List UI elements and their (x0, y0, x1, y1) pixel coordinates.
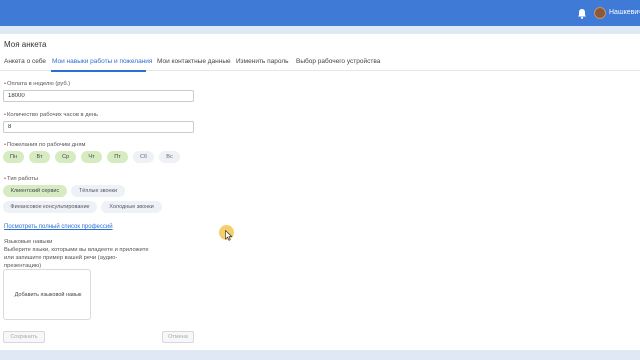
bell-icon[interactable] (577, 8, 587, 19)
days-label-text: Пожелания по рабочим дням (7, 142, 86, 148)
add-language-button[interactable]: Добавить языковой навык (3, 269, 91, 320)
tab-password[interactable]: Изменить пароль (236, 58, 289, 65)
day-sat[interactable]: Сб (133, 151, 154, 163)
pay-label-text: Оплата в неделю (руб.) (7, 81, 71, 87)
chip-warm-calls[interactable]: Тёплые звонки (71, 185, 125, 197)
active-tab-indicator (51, 70, 146, 72)
bottom-strip (0, 350, 640, 360)
top-app-bar (0, 0, 640, 26)
languages-description: Выберите языки, которыми вы владеете и п… (4, 247, 149, 269)
days-label: •Пожелания по рабочим дням (4, 142, 86, 148)
day-wed[interactable]: Ср (55, 151, 76, 163)
top-bar-strip (0, 26, 640, 34)
pay-input[interactable] (3, 90, 194, 102)
chip-financial-consulting[interactable]: Финансовое консультирование (3, 201, 97, 213)
add-language-label: Добавить языковой навык (14, 292, 82, 298)
work-type-label-text: Тип работы (7, 176, 38, 182)
pay-label: •Оплата в неделю (руб.) (4, 81, 71, 87)
username[interactable]: Нашкевич А (609, 9, 640, 16)
hours-label-text: Количество рабочих часов в день (7, 112, 99, 118)
professions-link[interactable]: Посмотреть полный список профессий (4, 224, 113, 230)
save-button[interactable]: Сохранить (3, 331, 45, 343)
tab-about[interactable]: Анкета о себе (4, 58, 46, 65)
languages-title: Языковые навыки (4, 239, 53, 245)
day-fri[interactable]: Пт (107, 151, 128, 163)
page-title: Моя анкета (4, 40, 47, 49)
work-type-label: •Тип работы (4, 176, 38, 182)
day-tue[interactable]: Вт (29, 151, 50, 163)
day-thu[interactable]: Чт (81, 151, 102, 163)
chip-client-service[interactable]: Клиентский сервис (3, 185, 67, 197)
tab-contacts[interactable]: Мои контактные данные (157, 58, 231, 65)
mouse-cursor-icon (225, 230, 233, 241)
tab-device[interactable]: Выбор рабочего устройства (296, 58, 380, 65)
tab-bar: Анкета о себе Мои навыки работы и пожела… (0, 54, 640, 71)
chip-cold-calls[interactable]: Холодные звонки (101, 201, 162, 213)
cancel-button[interactable]: Отмена (162, 331, 194, 343)
avatar[interactable] (594, 7, 606, 19)
hours-input[interactable] (3, 121, 194, 133)
tab-skills[interactable]: Мои навыки работы и пожелания (52, 58, 152, 65)
day-mon[interactable]: Пн (3, 151, 24, 163)
hours-label: •Количество рабочих часов в день (4, 112, 99, 118)
day-sun[interactable]: Вс (159, 151, 180, 163)
